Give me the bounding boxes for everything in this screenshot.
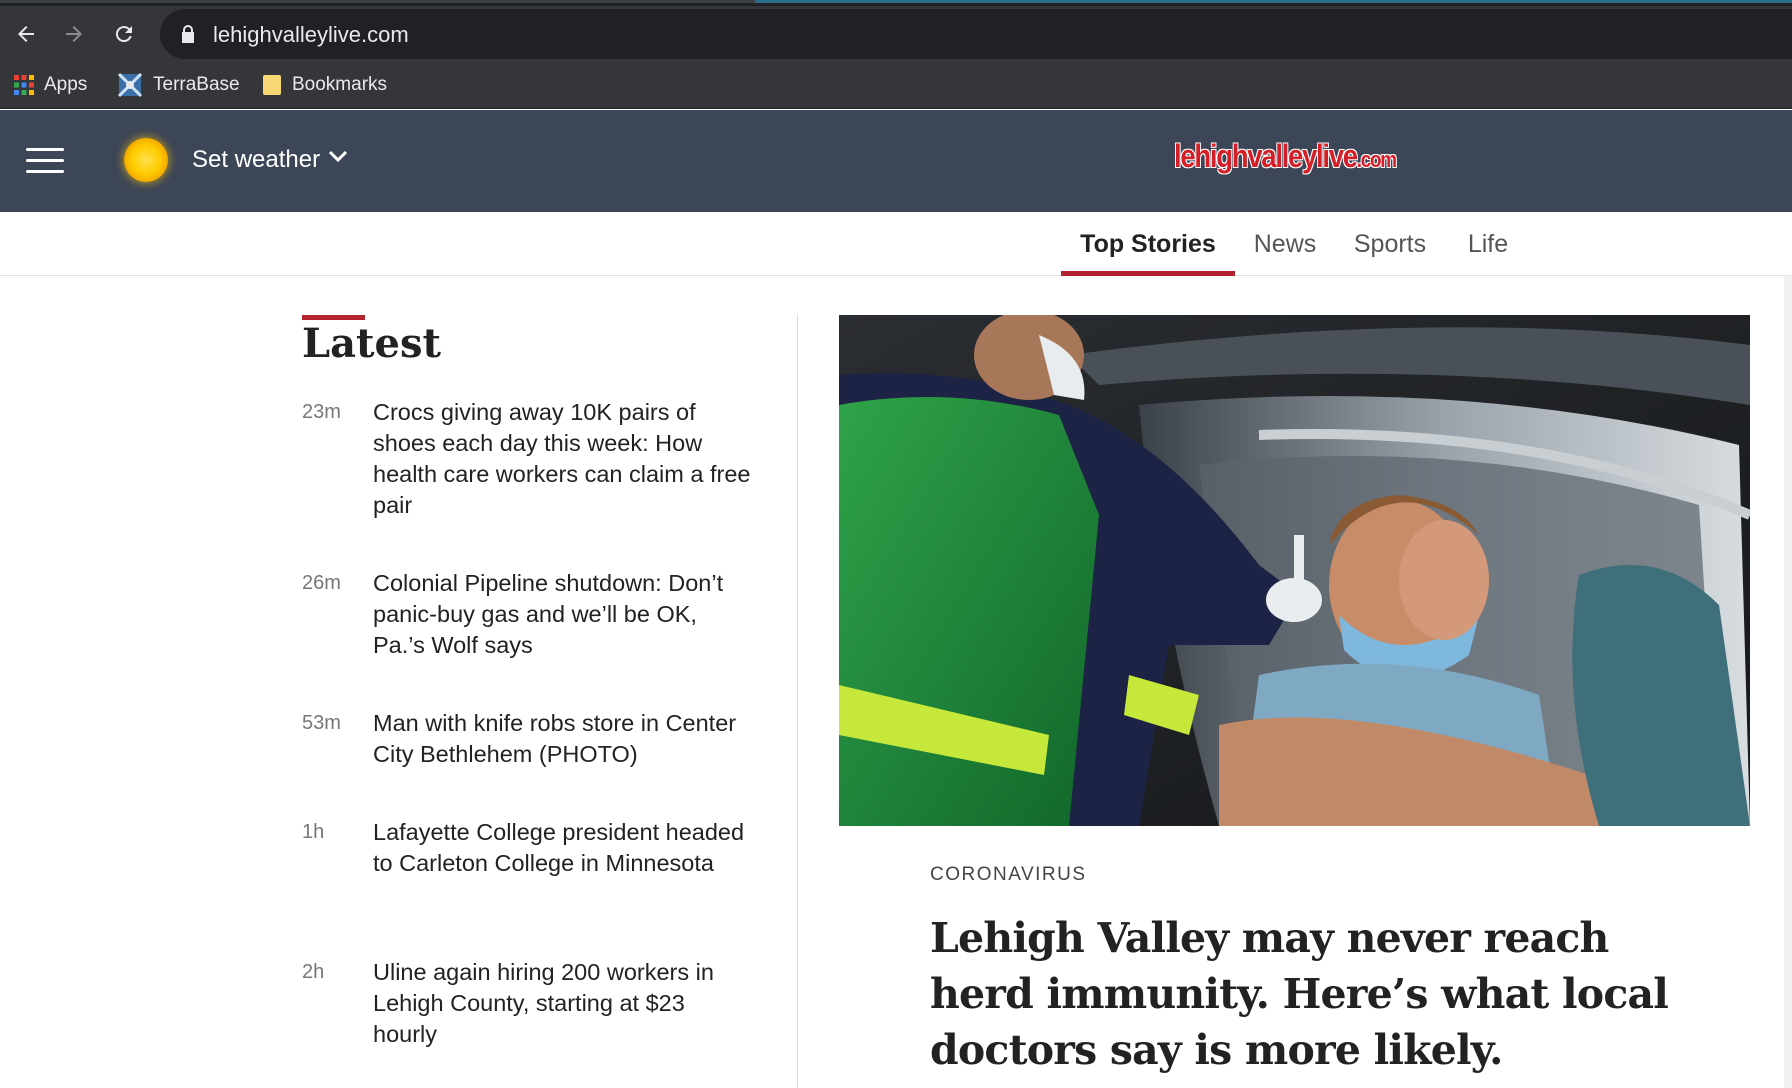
- bookmark-label: Apps: [44, 74, 88, 95]
- bookmark-apps[interactable]: Apps: [14, 68, 87, 102]
- hamburger-menu-icon[interactable]: [26, 148, 64, 174]
- story-time: 26m: [302, 572, 341, 594]
- vaccination-photo-illustration: [839, 315, 1750, 826]
- tab-accent: [755, 0, 1792, 3]
- back-button[interactable]: [8, 16, 44, 52]
- bookmark-folder[interactable]: Bookmarks: [262, 68, 387, 102]
- browser-toolbar: lehighvalleylive.com: [0, 6, 1792, 62]
- apps-grid-icon: [14, 75, 34, 95]
- story-headline[interactable]: Man with knife robs store in Center City…: [373, 708, 752, 770]
- back-arrow-icon: [18, 26, 34, 42]
- logo-suffix: .com: [1356, 147, 1397, 172]
- latest-story[interactable]: 53m Man with knife robs store in Center …: [302, 708, 752, 770]
- page-scrollbar[interactable]: [1784, 276, 1792, 1088]
- story-time: 2h: [302, 961, 325, 983]
- tab-news[interactable]: News: [1245, 212, 1325, 276]
- terrabase-icon: [117, 72, 143, 98]
- feature-headline[interactable]: Lehigh Valley may never reach herd immun…: [930, 910, 1690, 1078]
- tab-life[interactable]: Life: [1459, 212, 1517, 276]
- weather-widget[interactable]: Set weather: [124, 136, 348, 184]
- story-headline[interactable]: Uline again hiring 200 workers in Lehigh…: [373, 957, 752, 1050]
- feature-kicker[interactable]: CORONAVIRUS: [930, 864, 1087, 886]
- section-nav: Top Stories News Sports Life: [0, 212, 1792, 276]
- forward-button[interactable]: [56, 16, 92, 52]
- active-tab-indicator: [0, 0, 755, 3]
- latest-story[interactable]: 1h Lafayette College president headed to…: [302, 817, 752, 879]
- tab-sports[interactable]: Sports: [1346, 212, 1434, 276]
- latest-story[interactable]: 26m Colonial Pipeline shutdown: Don’t pa…: [302, 568, 752, 661]
- story-headline[interactable]: Lafayette College president headed to Ca…: [373, 817, 752, 879]
- tab-top-stories[interactable]: Top Stories: [1061, 212, 1235, 276]
- bookmark-label: Bookmarks: [292, 74, 388, 95]
- bookmark-label: TerraBase: [153, 74, 240, 95]
- address-bar[interactable]: lehighvalleylive.com: [160, 9, 1792, 59]
- site-logo[interactable]: lehighvalleylive.com: [1174, 138, 1397, 175]
- lock-icon: [182, 25, 194, 43]
- latest-heading: Latest: [302, 320, 441, 367]
- reload-icon: [115, 26, 132, 43]
- bookmarks-bar: Apps TerraBase Bookmarks: [0, 62, 1792, 109]
- weather-label: Set weather: [192, 146, 321, 173]
- chevron-down-icon: [329, 150, 348, 163]
- feature-photo[interactable]: [839, 315, 1750, 826]
- url-text: lehighvalleylive.com: [213, 22, 409, 47]
- column-divider: [797, 314, 798, 1088]
- story-time: 23m: [302, 401, 341, 423]
- latest-story[interactable]: 2h Uline again hiring 200 workers in Leh…: [302, 957, 752, 1050]
- site-header: Set weather lehighvalleylive.com: [0, 110, 1792, 212]
- story-time: 53m: [302, 712, 341, 734]
- story-headline[interactable]: Colonial Pipeline shutdown: Don’t panic-…: [373, 568, 752, 661]
- latest-story[interactable]: 23m Crocs giving away 10K pairs of shoes…: [302, 397, 752, 521]
- forward-arrow-icon: [66, 26, 82, 42]
- sun-icon: [124, 138, 168, 182]
- folder-icon: [262, 74, 282, 96]
- story-time: 1h: [302, 821, 325, 843]
- story-headline[interactable]: Crocs giving away 10K pairs of shoes eac…: [373, 397, 752, 521]
- bookmark-terrabase[interactable]: TerraBase: [117, 68, 240, 102]
- reload-button[interactable]: [106, 16, 142, 52]
- logo-main: lehighvalleylive: [1174, 138, 1358, 174]
